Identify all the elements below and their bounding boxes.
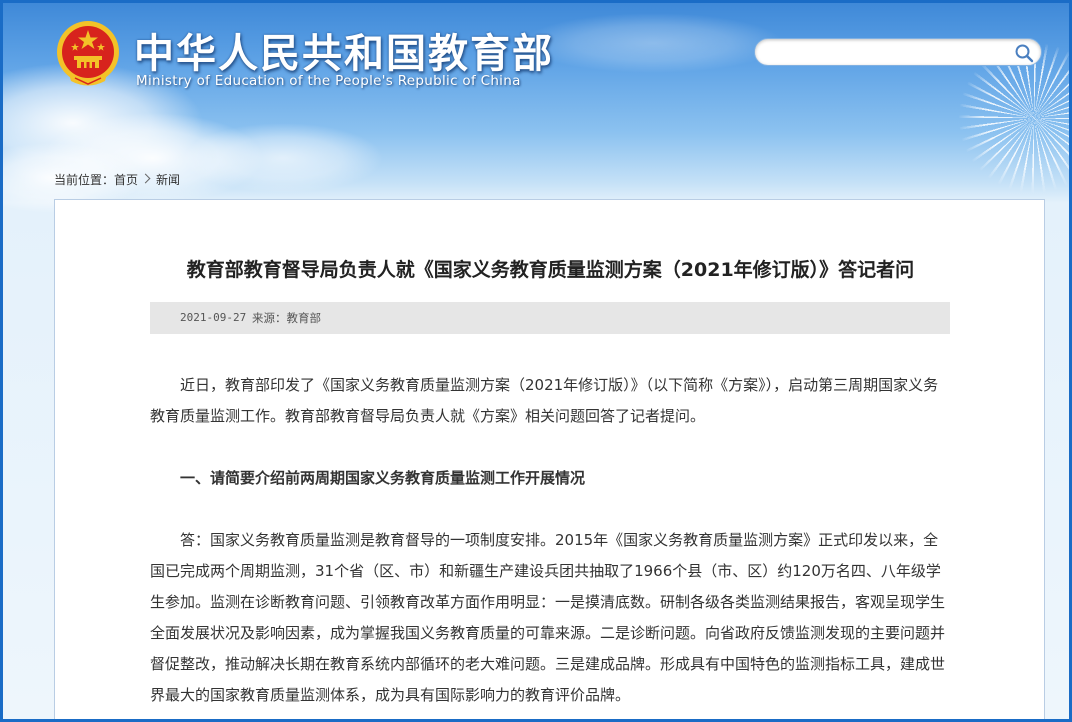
article-title: 教育部教育督导局负责人就《国家义务教育质量监测方案（2021年修订版）》答记者问 [186, 259, 915, 281]
article-paragraph: 答：国家义务教育质量监测是教育督导的一项制度安排。2015年《国家义务教育质量监… [150, 531, 946, 704]
article-section-heading: 一、请简要介绍前两周期国家义务教育质量监测工作开展情况 [180, 469, 586, 487]
article-body: 近日，教育部印发了《国家义务教育质量监测方案（2021年修订版）》（以下简称《方… [150, 370, 950, 711]
page-frame: 中华人民共和国教育部 Ministry of Education of the … [0, 0, 1072, 722]
cloud-decoration [523, 13, 783, 73]
cloud-decoration [183, 123, 383, 193]
breadcrumb-news[interactable]: 新闻 [156, 173, 180, 187]
search-box [754, 38, 1042, 66]
article-source: 来源：教育部 [252, 311, 321, 325]
article-paragraph: 近日，教育部印发了《国家义务教育质量监测方案（2021年修订版）》（以下简称《方… [150, 376, 939, 425]
search-icon[interactable] [1014, 43, 1034, 63]
article-meta-bar: 2021-09-27 来源：教育部 [150, 302, 950, 334]
breadcrumb: 当前位置：首页 新闻 [54, 171, 180, 188]
article-date: 2021-09-27 [180, 311, 247, 324]
search-input[interactable] [767, 42, 1007, 62]
article-container: 教育部教育督导局负责人就《国家义务教育质量监测方案（2021年修订版）》答记者问… [54, 199, 1045, 719]
site-subtitle: Ministry of Education of the People's Re… [136, 73, 521, 89]
chevron-right-icon [140, 173, 151, 184]
breadcrumb-home[interactable]: 首页 [114, 173, 138, 187]
national-emblem-icon [55, 18, 121, 90]
site-title[interactable]: 中华人民共和国教育部 [134, 21, 554, 79]
breadcrumb-label: 当前位置： [54, 173, 115, 187]
